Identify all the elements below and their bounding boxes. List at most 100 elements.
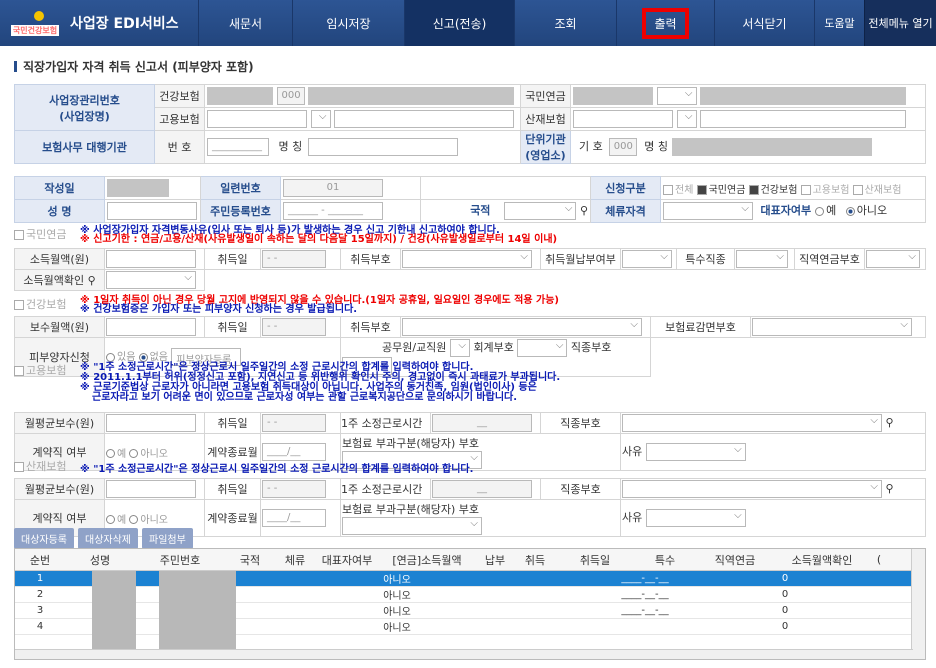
attach-file-button[interactable]: 파일첨부 — [142, 528, 193, 549]
grid-col-rrn[interactable]: 주민번호 — [135, 552, 225, 568]
industrial-reason-select[interactable] — [645, 509, 746, 527]
employ-section-checkbox[interactable] — [14, 366, 24, 376]
rrn-field[interactable]: ______ - _______ — [283, 202, 383, 220]
grid-col-income-check[interactable]: 소득월액확인 — [775, 552, 869, 568]
dep-no-radio[interactable] — [138, 352, 148, 362]
grid-col-pay[interactable]: 납부 — [475, 552, 515, 568]
industrial-job-search-icon[interactable]: ⚲ — [886, 482, 894, 495]
agency-number-field[interactable]: __________ — [207, 138, 269, 156]
delete-target-button[interactable]: 대상자삭제 — [78, 528, 138, 549]
seq-field[interactable]: 01 — [283, 179, 383, 197]
table-row[interactable]: 4 아니오 0 — [15, 619, 925, 635]
pension-section-checkbox[interactable] — [14, 230, 24, 240]
employ-acq-date-label: 취득일 — [204, 412, 261, 434]
grid-col-name[interactable]: 성명 — [65, 552, 135, 568]
apply-industrial-checkbox[interactable] — [852, 184, 863, 195]
health-label: 건강보험 — [154, 84, 205, 108]
grid-col-more[interactable]: ( — [869, 553, 889, 566]
employ-field[interactable] — [207, 110, 307, 128]
industrial-acq-date-field[interactable]: - - — [262, 480, 326, 498]
page-title: 직장가입자 자격 취득 신고서 (피부양자 포함) — [14, 58, 254, 75]
income-label: 소득월액(원) — [14, 248, 105, 270]
industrial-avg-field[interactable] — [106, 480, 196, 498]
health-note-2: ※ 건강보험증은 가입자 또는 피부양자 신청하는 경우 발급됩니다. — [80, 304, 358, 315]
apply-all-checkbox[interactable] — [663, 184, 673, 195]
apply-health-checkbox[interactable] — [748, 184, 759, 195]
grid-col-acq[interactable]: 취득 — [515, 552, 555, 568]
name-field[interactable] — [107, 202, 197, 220]
grid-col-rep[interactable]: 대표자여부 — [315, 552, 379, 568]
nav-temp-save[interactable]: 임시저장 — [292, 0, 404, 46]
pay-field[interactable] — [106, 318, 196, 336]
table-row[interactable]: 2 아니오 ____-__-__ 0 — [15, 587, 925, 603]
table-row[interactable]: 1 아니오 ____-__-__ 0 — [15, 571, 925, 587]
pension-select[interactable] — [656, 87, 697, 105]
industrial-end-field[interactable]: ____/__ — [262, 509, 326, 527]
employ-select[interactable] — [310, 110, 331, 128]
nav-new-doc[interactable]: 새문서 — [198, 0, 292, 46]
agency-name-field[interactable] — [308, 138, 459, 156]
employ-hours-field[interactable]: __ — [432, 414, 532, 432]
industrial-label: 산재보험 — [520, 107, 571, 131]
employ-avg-field[interactable] — [106, 414, 196, 432]
industrial-field[interactable] — [573, 110, 673, 128]
reduce-select[interactable] — [752, 318, 912, 336]
employ-job-search-icon[interactable]: ⚲ — [886, 416, 894, 429]
acct-select[interactable] — [517, 339, 568, 357]
health-code-field[interactable]: 000 — [276, 87, 305, 105]
pension-acq-date-field[interactable]: - - — [262, 250, 326, 268]
nav-inquiry[interactable]: 조회 — [514, 0, 616, 46]
grid-col-special[interactable]: 특수 — [635, 552, 695, 568]
industrial-contract-no-radio[interactable] — [129, 515, 139, 524]
grid-col-seq[interactable]: 순번 — [15, 552, 65, 568]
employ-contract-no-radio[interactable] — [129, 449, 139, 458]
employ-name-field[interactable] — [334, 110, 514, 128]
grid-col-pension[interactable]: 직역연금 — [695, 552, 775, 568]
nation-search-icon[interactable]: ⚲ — [580, 204, 588, 217]
employ-acq-date-field[interactable]: - - — [262, 414, 326, 432]
official-select[interactable] — [449, 339, 470, 357]
grid-col-income[interactable]: [연금]소득월액 — [379, 552, 475, 568]
pension-code-select[interactable] — [866, 250, 920, 268]
health-acq-date-field[interactable]: - - — [262, 318, 326, 336]
pension-acq-code-select[interactable] — [402, 250, 532, 268]
table-row[interactable]: 3 아니오 ____-__-__ 0 — [15, 603, 925, 619]
industrial-select[interactable] — [676, 110, 697, 128]
grid-col-nation[interactable]: 국적 — [225, 552, 275, 568]
apply-employ-checkbox[interactable] — [800, 184, 811, 195]
industrial-contract-yes-radio[interactable] — [106, 515, 115, 524]
unit-code-field[interactable]: 000 — [608, 138, 637, 156]
stay-select[interactable] — [663, 202, 753, 220]
nav-report-send[interactable]: 신고(전송) — [404, 0, 514, 46]
industrial-hours-field[interactable]: __ — [432, 480, 532, 498]
employ-contract-yes-radio[interactable] — [106, 449, 115, 458]
income-field[interactable] — [106, 250, 196, 268]
special-select[interactable] — [736, 250, 788, 268]
help-link[interactable]: 도움말 — [814, 0, 864, 46]
industrial-name-field[interactable] — [700, 110, 906, 128]
pension-pay-select[interactable] — [622, 250, 672, 268]
rep-no-radio[interactable] — [845, 206, 855, 216]
nav-close-form[interactable]: 서식닫기 — [714, 0, 814, 46]
dep-yes-radio[interactable] — [106, 352, 115, 362]
nation-select[interactable] — [504, 202, 577, 220]
grid-vertical-scrollbar[interactable] — [911, 549, 925, 659]
industrial-job-select[interactable] — [622, 480, 882, 498]
rep-yes-radio[interactable] — [815, 206, 825, 216]
menu-open-button[interactable]: 전체메뉴 열기 — [864, 0, 936, 46]
health-section-checkbox[interactable] — [14, 300, 24, 310]
industrial-code-select[interactable] — [342, 517, 482, 535]
health-acq-code-select[interactable] — [402, 318, 642, 336]
apply-pension-checkbox[interactable] — [696, 184, 707, 195]
employ-job-select[interactable] — [622, 414, 882, 432]
income-check-select[interactable] — [106, 271, 196, 289]
industrial-section-checkbox[interactable] — [14, 462, 24, 472]
register-target-button[interactable]: 대상자등록 — [14, 528, 74, 549]
grid-col-stay[interactable]: 체류 — [275, 552, 315, 568]
income-check-search-icon[interactable]: ⚲ — [88, 274, 96, 287]
grid-col-date[interactable]: 취득일 — [555, 552, 635, 568]
nav-print[interactable]: 출력 — [616, 0, 714, 46]
pension-note-2: ※ 신고기한 : 연금/고용/산재(사유발생일이 속하는 달의 다음달 15일까… — [80, 234, 558, 245]
grid-horizontal-scrollbar[interactable] — [15, 649, 913, 659]
print-button[interactable]: 출력 — [642, 7, 689, 39]
